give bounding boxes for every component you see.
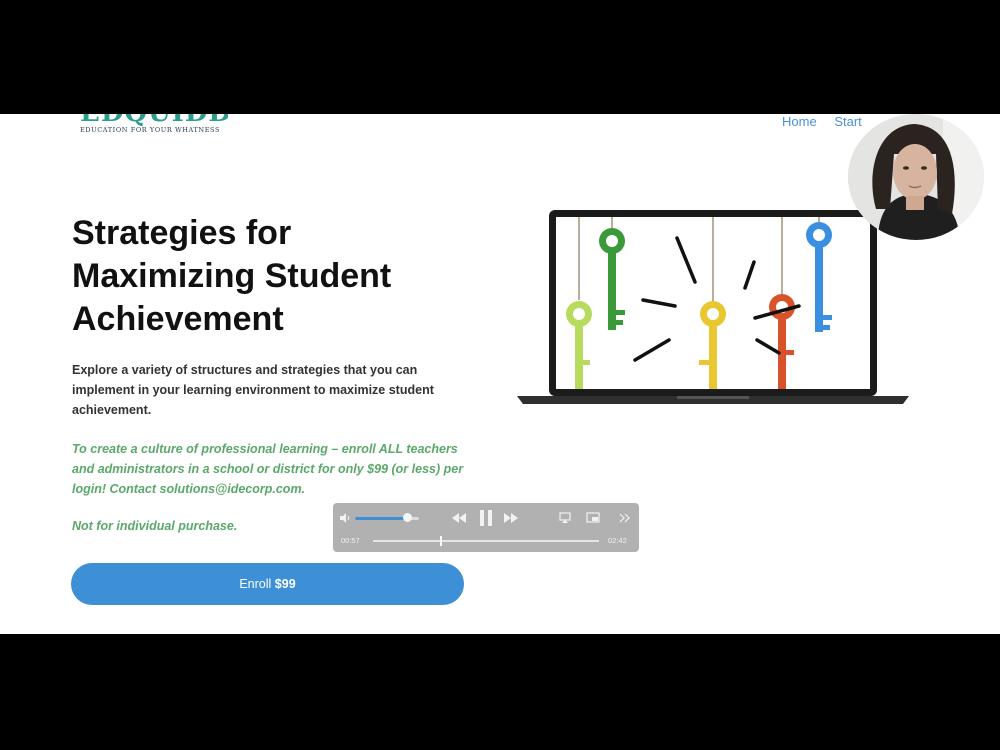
hero-title-line: Achievement [72,300,284,338]
enroll-label: Enroll [239,577,272,591]
hero-title-line: Strategies for [72,214,292,252]
picture-in-picture-icon[interactable] [586,512,600,524]
scrubber-track[interactable] [373,540,599,542]
site-logo[interactable]: EDQUIDDITY EDUCATION FOR YOUR WHATNESS [78,114,228,140]
hero-description: Explore a variety of structures and stra… [72,363,434,417]
hero-title: Strategies for Maximizing Student Achiev… [72,212,512,341]
video-letterbox-bottom [0,634,1000,750]
volume-slider-knob[interactable] [403,513,413,522]
more-options-icon[interactable] [619,513,631,523]
site-header: EDQUIDDITY EDUCATION FOR YOUR WHATNESS H… [0,114,1000,150]
purchase-notice: Not for individual purchase. [72,519,238,533]
logo-tagline: EDUCATION FOR YOUR WHATNESS [80,126,221,134]
site-nav: Home Start [782,114,876,129]
rewind-icon[interactable] [451,512,467,524]
volume-slider-fill [355,517,408,520]
elapsed-time: 00:57 [341,536,360,545]
scrubber-playhead[interactable] [439,536,442,546]
enroll-button[interactable]: Enroll $99 [71,563,464,605]
nav-home-link[interactable]: Home [782,114,817,129]
webpage-frame: EDQUIDDITY EDUCATION FOR YOUR WHATNESS H… [0,114,1000,634]
laptop-keys-illustration [517,210,909,404]
media-player-controls: 00:57 02:42 [333,503,639,552]
promo-text: To create a culture of professional lear… [72,442,464,496]
enroll-price: $99 [274,577,296,591]
duration-time: 02:42 [608,536,627,545]
hero-title-line: Maximizing Student [72,257,392,295]
volume-icon[interactable] [339,512,351,524]
fast-forward-icon[interactable] [503,512,519,524]
presenter-webcam-avatar [848,114,984,240]
airplay-icon[interactable] [559,512,571,524]
nav-start-link[interactable]: Start [834,114,861,129]
video-letterbox-top [0,0,1000,114]
pause-icon[interactable] [479,509,493,527]
